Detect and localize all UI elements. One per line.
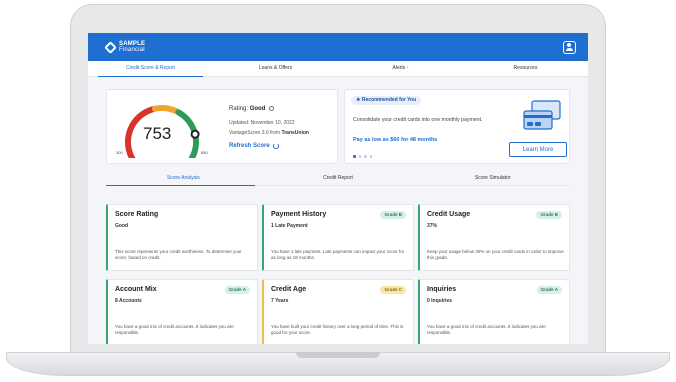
factor-value: 37% (427, 223, 438, 229)
grade-badge: Grade A (536, 286, 562, 294)
gauge-arc-mid (151, 105, 180, 115)
analysis-tabs: Score Analysis Credit Report Score Simul… (106, 172, 570, 186)
tab-credit-report[interactable]: Credit Report (261, 172, 416, 185)
factor-card-score-rating[interactable]: Score Rating Good This score represents … (106, 204, 258, 271)
refresh-score-link[interactable]: Refresh Score (229, 143, 279, 149)
tab-score-analysis[interactable]: Score Analysis (106, 172, 261, 186)
score-source: VantageScore 3.0 from TransUnion (229, 130, 309, 136)
factor-card-inquiries[interactable]: Inquiries 0 Inquiries Grade A You have a… (418, 279, 570, 344)
rating-value: Good (249, 106, 266, 113)
tab-credit-score-report[interactable]: Credit Score & Report (88, 61, 213, 77)
factor-description: You have built your credit history over … (271, 324, 404, 335)
logo-mark-icon (104, 40, 117, 54)
factor-description: Keep your usage below 30% on your credit… (427, 249, 564, 260)
grade-badge: Grade C (380, 286, 406, 294)
info-icon[interactable] (269, 106, 275, 111)
gauge-min-label: 300 (116, 150, 123, 155)
tab-loans-offers[interactable]: Loans & Offers (213, 61, 338, 76)
factor-title: Score Rating (115, 211, 159, 218)
factor-value: 8 Accounts (115, 298, 142, 304)
refresh-icon (272, 143, 279, 149)
factor-description: You have a good mix of credit accounts. … (115, 324, 234, 335)
rating-label: Rating: (229, 106, 249, 113)
laptop-notch (296, 352, 380, 358)
brand-logo[interactable]: SAMPLE Financial (104, 40, 145, 54)
alerts-indicator: • (406, 65, 409, 71)
score-value: 753 (143, 124, 172, 143)
app-header: SAMPLE Financial (88, 33, 588, 61)
factor-value: 1 Late Payment (271, 223, 308, 229)
score-factors-grid: Score Rating Good This score represents … (106, 204, 570, 344)
carousel-dot[interactable] (364, 155, 367, 158)
gauge-needle (190, 129, 200, 139)
carousel-dot[interactable] (358, 155, 361, 158)
tab-alerts[interactable]: Alerts • (338, 61, 463, 76)
factor-card-account-mix[interactable]: Account Mix 8 Accounts Grade A You have … (106, 279, 258, 344)
factor-value: 0 Inquiries (427, 298, 453, 304)
tab-resources[interactable]: Resources (463, 61, 588, 76)
gauge-max-label: 850 (201, 150, 208, 155)
credit-score-card: 753 300 850 Rating: Good Updated: Novemb… (106, 89, 338, 164)
recommended-badge: ★ Recommended for You (351, 96, 422, 105)
recommendation-card: ★ Recommended for You Consolidate your c… (344, 89, 570, 164)
tab-score-simulator[interactable]: Score Simulator (415, 172, 570, 185)
factor-value: Good (115, 223, 129, 229)
bureau-name: TransUnion (281, 130, 309, 136)
updated-date: Updated: November 10, 2022 (229, 120, 295, 126)
carousel-dot[interactable] (369, 155, 372, 158)
app-screen: SAMPLE Financial Credit Score & Report L… (88, 33, 588, 344)
carousel-dot[interactable] (353, 155, 356, 158)
factor-description: This score represents your credit worthi… (115, 249, 242, 260)
factor-card-payment-history[interactable]: Payment History 1 Late Payment Grade B Y… (262, 204, 414, 271)
factor-card-credit-age[interactable]: Credit Age 7 Years Grade C You have buil… (262, 279, 414, 344)
recommendation-text: Consolidate your credit cards into one m… (353, 117, 483, 123)
carousel-dots (353, 155, 372, 158)
rating-line: Rating: Good (229, 106, 275, 113)
top-nav-tabs: Credit Score & Report Loans & Offers Ale… (88, 61, 588, 77)
learn-more-button[interactable]: Learn More (509, 142, 567, 157)
credit-card-icon (523, 100, 561, 130)
factor-value: 7 Years (271, 298, 289, 304)
grade-badge: Grade B (536, 211, 562, 219)
grade-badge: Grade A (224, 286, 250, 294)
factor-card-credit-usage[interactable]: Credit Usage 37% Grade B Keep your usage… (418, 204, 570, 271)
factor-description: You have 1 late payment. Late payments c… (271, 249, 405, 260)
grade-badge: Grade B (380, 211, 406, 219)
offer-text: Pay as low as $60 for 48 months (353, 137, 438, 143)
user-account-icon[interactable] (563, 40, 576, 54)
brand-sub: Financial (119, 47, 145, 53)
factor-description: You have a good mix of credit accounts. … (427, 324, 546, 335)
